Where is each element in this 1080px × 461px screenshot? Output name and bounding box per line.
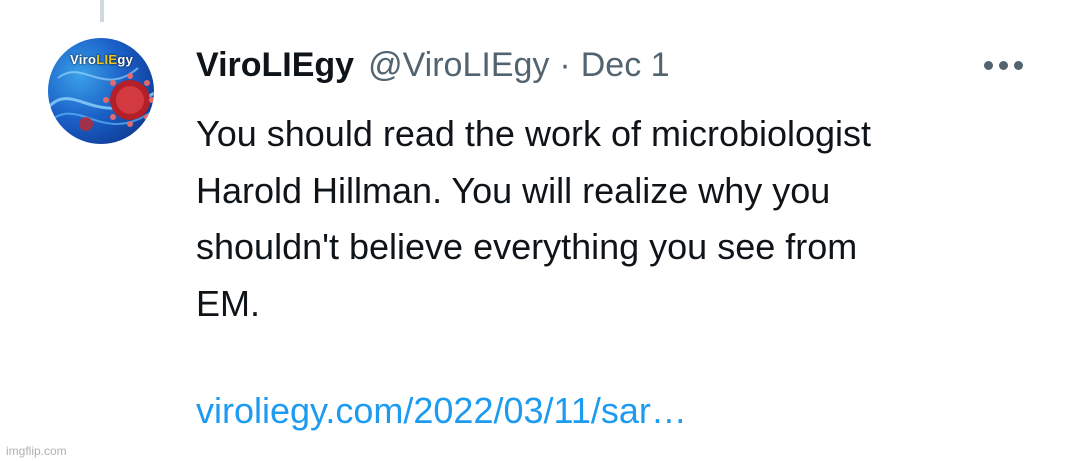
tweet-text: You should read the work of microbiologi… bbox=[196, 106, 1056, 332]
handle[interactable]: @ViroLIEgy bbox=[368, 46, 549, 85]
tweet-text-line: Harold Hillman. You will realize why you bbox=[196, 169, 831, 211]
avatar[interactable]: ViroLIEgy bbox=[48, 38, 154, 144]
ellipsis-icon[interactable] bbox=[984, 58, 1032, 72]
watermark: imgflip.com bbox=[6, 444, 67, 458]
display-name[interactable]: ViroLIEgy bbox=[196, 46, 354, 85]
tweet-text-line: EM. bbox=[196, 282, 261, 324]
tweet-text-line: You should read the work of microbiologi… bbox=[196, 113, 872, 154]
tweet-text-line: shouldn't believe everything you see fro… bbox=[196, 226, 858, 267]
tweet-date[interactable]: Dec 1 bbox=[581, 46, 670, 85]
separator-dot: · bbox=[559, 45, 571, 84]
thread-connector-line bbox=[100, 0, 104, 22]
tweet-link[interactable]: viroliegy.com/2022/03/11/sar… bbox=[196, 390, 687, 432]
avatar-logo-text: ViroLIEgy bbox=[70, 52, 134, 67]
tweet-header: ViroLIEgy @ViroLIEgy · Dec 1 bbox=[196, 40, 670, 90]
